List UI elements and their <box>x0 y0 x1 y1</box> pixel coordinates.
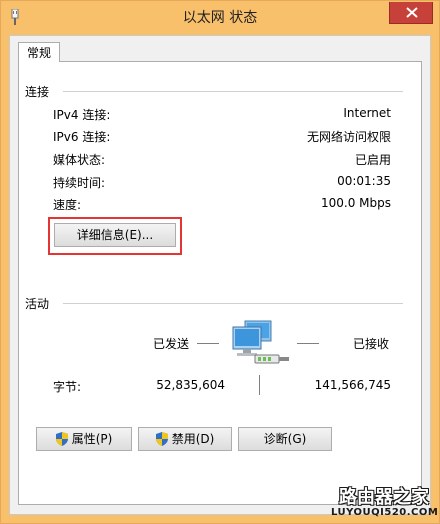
ipv6-row: IPv6 连接: 无网络访问权限 <box>53 128 391 144</box>
media-state-value: 已启用 <box>354 153 391 167</box>
close-icon <box>406 7 418 18</box>
close-button[interactable] <box>389 2 433 24</box>
ipv4-label: IPv4 连接: <box>53 108 111 122</box>
activity-separator <box>63 303 403 304</box>
sent-label: 已发送 <box>153 337 190 351</box>
connection-separator <box>63 91 403 92</box>
duration-row: 持续时间: 00:01:35 <box>53 174 391 190</box>
watermark-title: 路由器之家 <box>339 487 429 508</box>
speed-row: 速度: 100.0 Mbps <box>53 196 391 212</box>
connection-section-label: 连接 <box>25 85 50 99</box>
properties-label: 属性(P) <box>71 432 113 446</box>
properties-button[interactable]: 属性(P) <box>36 427 132 451</box>
bytes-received-value: 141,566,745 <box>314 378 391 392</box>
disable-label: 禁用(D) <box>171 432 215 446</box>
activity-section-label: 活动 <box>25 297 50 311</box>
site-watermark: 路由器之家 LUYOUQI520.COM <box>331 483 439 523</box>
speed-value: 100.0 Mbps <box>320 196 391 210</box>
ipv6-value: 无网络访问权限 <box>306 130 391 144</box>
duration-value: 00:01:35 <box>337 174 391 188</box>
ipv4-value: Internet <box>343 106 391 120</box>
details-button[interactable]: 详细信息(E)... <box>54 223 176 247</box>
uac-shield-icon <box>155 432 168 446</box>
sent-line <box>197 343 219 344</box>
speed-label: 速度: <box>53 198 82 212</box>
duration-label: 持续时间: <box>53 176 106 190</box>
ipv6-label: IPv6 连接: <box>53 130 111 144</box>
diagnose-button[interactable]: 诊断(G) <box>238 427 332 451</box>
title-bar[interactable]: 以太网 状态 <box>1 1 439 35</box>
received-label: 已接收 <box>353 337 390 351</box>
media-state-label: 媒体状态: <box>53 153 106 167</box>
tab-general[interactable]: 常规 <box>18 42 60 62</box>
window-title: 以太网 状态 <box>182 10 258 26</box>
watermark-url: LUYOUQI520.COM <box>331 507 439 518</box>
uac-shield-icon <box>55 432 68 446</box>
ipv4-row: IPv4 连接: Internet <box>53 106 391 122</box>
bytes-sent-value: 52,835,604 <box>156 378 225 392</box>
media-state-row: 媒体状态: 已启用 <box>53 151 391 167</box>
ethernet-status-window: 以太网 状态 常规 连接 IPv4 连接: Internet IPv6 连接: … <box>0 0 440 524</box>
bytes-divider <box>259 375 260 395</box>
received-line <box>297 343 319 344</box>
network-activity-icon <box>232 320 289 364</box>
bytes-label: 字节: <box>53 380 82 394</box>
disable-button[interactable]: 禁用(D) <box>138 427 232 451</box>
